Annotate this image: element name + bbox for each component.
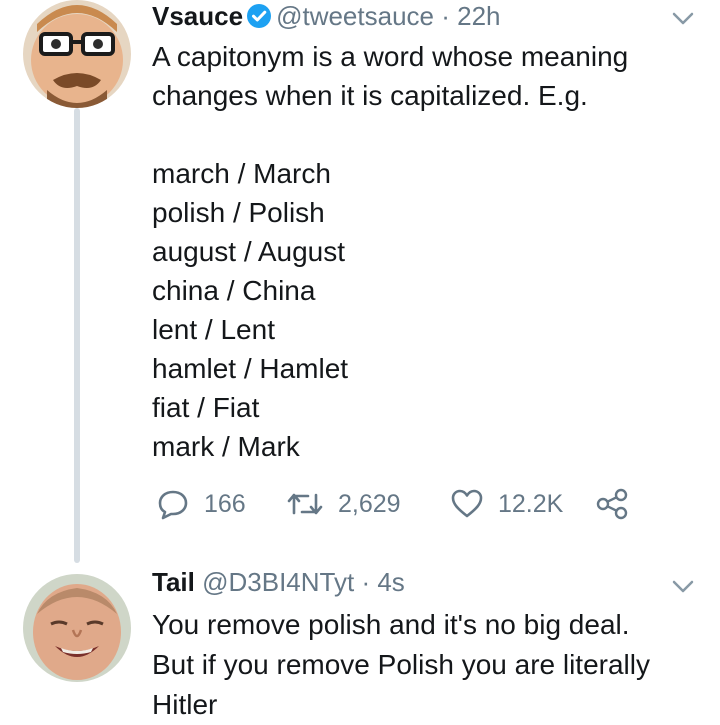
heart-icon [450, 487, 484, 521]
tweet-text-line: But if you remove Polish you are literal… [152, 649, 650, 680]
tweet-text-line: hamlet / Hamlet [152, 353, 349, 384]
tweet-text-line [152, 115, 628, 154]
tweet-header: Vsauce @tweetsauce · 22h [152, 0, 501, 32]
tweet-tail[interactable]: Tail @D3BI4NTyt · 4s You remove polish a… [0, 560, 720, 720]
share-button[interactable] [595, 484, 629, 524]
display-name[interactable]: Vsauce [152, 1, 243, 31]
tweet-text-line: Hitler [152, 689, 218, 720]
tweet-text-line: fiat / Fiat [152, 392, 260, 423]
reply-icon [156, 487, 190, 521]
timestamp[interactable]: 22h [457, 1, 500, 31]
avatar[interactable] [23, 574, 131, 682]
tweet-vsauce[interactable]: Vsauce @tweetsauce · 22h A capitonym is a… [0, 0, 720, 563]
chevron-down-icon[interactable] [672, 580, 694, 594]
tweet-text-line: china / China [152, 275, 316, 306]
thread-connector [74, 108, 80, 563]
user-handle[interactable]: @D3BI4NTyt [202, 567, 354, 597]
user-handle[interactable]: @tweetsauce [276, 1, 434, 31]
tweet-text-line: A capitonym is a word whose meaning [152, 41, 629, 72]
like-button[interactable]: 12.2K [450, 484, 563, 524]
tweet-header: Tail @D3BI4NTyt · 4s [152, 566, 405, 598]
reply-button[interactable]: 166 [156, 484, 246, 524]
tweet-text-line: march / March [152, 158, 331, 189]
share-icon [595, 487, 629, 521]
tweet-text-line: lent / Lent [152, 314, 275, 345]
retweet-button[interactable]: 2,629 [286, 484, 401, 524]
retweet-icon [286, 487, 324, 521]
timestamp[interactable]: 4s [377, 567, 404, 597]
tweet-text: You remove polish and it's no big deal. … [152, 605, 650, 725]
verified-badge-icon [246, 3, 272, 29]
retweet-count: 2,629 [338, 489, 401, 518]
display-name[interactable]: Tail [152, 567, 195, 597]
tweet-text-line: polish / Polish [152, 197, 325, 228]
separator-dot: · [361, 567, 371, 597]
tweet-text: A capitonym is a word whose meaning chan… [152, 37, 628, 466]
chevron-down-icon[interactable] [672, 12, 694, 26]
tweet-text-line: changes when it is capitalized. E.g. [152, 80, 588, 111]
separator-dot: · [441, 1, 450, 31]
avatar[interactable] [23, 0, 131, 108]
tweet-text-line: august / August [152, 236, 346, 267]
reply-count: 166 [204, 489, 246, 518]
tweet-text-line: mark / Mark [152, 431, 300, 462]
tweet-text-line: You remove polish and it's no big deal. [152, 609, 630, 640]
like-count: 12.2K [498, 489, 564, 518]
